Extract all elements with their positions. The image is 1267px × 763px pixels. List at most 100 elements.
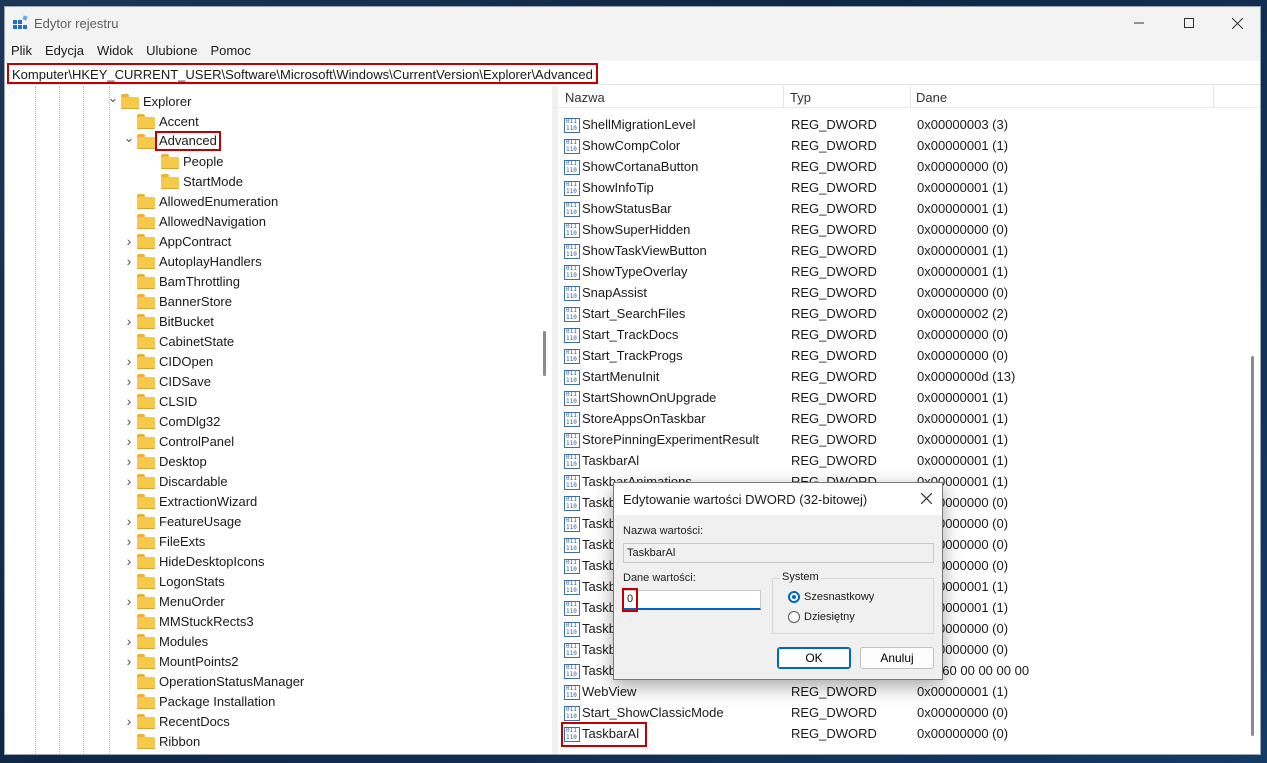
- cancel-button[interactable]: Anuluj: [860, 647, 934, 669]
- column-type[interactable]: Typ: [790, 90, 811, 105]
- tree-item[interactable]: › CLSID: [123, 391, 197, 411]
- tree-item[interactable]: BannerStore: [123, 291, 232, 311]
- column-divider[interactable]: [1213, 86, 1214, 108]
- value-row[interactable]: ShowCompColor REG_DWORD 0x00000001 (1): [558, 136, 1258, 157]
- tree-item[interactable]: ⌄ Advanced: [123, 130, 221, 151]
- radio-hexadecimal[interactable]: Szesnastkowy: [788, 591, 874, 603]
- close-button[interactable]: [1214, 7, 1260, 39]
- menu-help[interactable]: Pomoc: [210, 43, 250, 58]
- chevron-right-icon[interactable]: ›: [123, 391, 135, 411]
- value-row[interactable]: StartShownOnUpgrade REG_DWORD 0x00000001 (…: [558, 388, 1258, 409]
- ok-button[interactable]: OK: [777, 647, 851, 669]
- tree-item[interactable]: › Discardable: [123, 471, 228, 491]
- tree-item[interactable]: Accent: [123, 111, 199, 131]
- tree-item[interactable]: RunMRU: [123, 751, 212, 755]
- chevron-right-icon[interactable]: ›: [123, 631, 135, 651]
- value-data-input[interactable]: 0: [623, 590, 761, 610]
- value-row[interactable]: StartMenuInit REG_DWORD 0x0000000d (13): [558, 367, 1258, 388]
- chevron-right-icon[interactable]: ›: [123, 551, 135, 571]
- tree-item[interactable]: › FeatureUsage: [123, 511, 241, 531]
- value-row[interactable]: StoreAppsOnTaskbar REG_DWORD 0x00000001 (1…: [558, 409, 1258, 430]
- radio-decimal[interactable]: Dziesiętny: [788, 611, 855, 623]
- value-row[interactable]: ShellMigrationLevel REG_DWORD 0x00000003 (…: [558, 115, 1258, 136]
- tree-item[interactable]: MMStuckRects3: [123, 611, 254, 631]
- value-row[interactable]: Start_TrackDocs REG_DWORD 0x00000000 (0): [558, 325, 1258, 346]
- column-data[interactable]: Dane: [916, 90, 947, 105]
- tree-item[interactable]: › MountPoints2: [123, 651, 239, 671]
- chevron-right-icon[interactable]: ›: [123, 251, 135, 271]
- tree-item[interactable]: › ControlPanel: [123, 431, 234, 451]
- chevron-right-icon[interactable]: ›: [123, 711, 135, 731]
- tree-item[interactable]: › ComDlg32: [123, 411, 220, 431]
- address-bar[interactable]: Komputer\HKEY_CURRENT_USER\Software\Micr…: [5, 61, 1260, 85]
- tree-item[interactable]: › FileExts: [123, 531, 205, 551]
- tree-item[interactable]: LogonStats: [123, 571, 225, 591]
- maximize-button[interactable]: [1166, 7, 1212, 39]
- dialog-close-button[interactable]: [916, 488, 936, 508]
- column-divider[interactable]: [910, 86, 911, 108]
- tree-item[interactable]: › BitBucket: [123, 311, 214, 331]
- value-row[interactable]: ShowCortanaButton REG_DWORD 0x00000000 (0): [558, 157, 1258, 178]
- value-row[interactable]: StorePinningExperimentResult REG_DWORD 0x0…: [558, 430, 1258, 451]
- tree-item[interactable]: Ribbon: [123, 731, 200, 751]
- key-tree[interactable]: ⌄ Explorer Accent ⌄ Advanced People StartMode A…: [5, 86, 552, 755]
- value-row[interactable]: TaskbarAl REG_DWORD 0x00000001 (1): [558, 451, 1258, 472]
- chevron-right-icon[interactable]: ›: [123, 231, 135, 251]
- tree-item[interactable]: › Desktop: [123, 451, 207, 471]
- chevron-right-icon[interactable]: ›: [123, 531, 135, 551]
- chevron-right-icon[interactable]: ›: [123, 511, 135, 531]
- value-row[interactable]: WebView REG_DWORD 0x00000001 (1): [558, 682, 1258, 703]
- tree-scrollbar[interactable]: [543, 331, 546, 376]
- tree-item[interactable]: › CIDOpen: [123, 351, 213, 371]
- chevron-down-icon[interactable]: ⌄: [123, 130, 135, 151]
- chevron-right-icon[interactable]: ›: [123, 451, 135, 471]
- tree-item[interactable]: StartMode: [147, 171, 243, 191]
- tree-item[interactable]: › RecentDocs: [123, 711, 230, 731]
- chevron-down-icon[interactable]: ⌄: [107, 90, 119, 111]
- menu-edit[interactable]: Edycja: [45, 43, 84, 58]
- dialog-title-bar[interactable]: Edytowanie wartości DWORD (32-bitowej): [614, 483, 942, 515]
- chevron-right-icon[interactable]: ›: [123, 591, 135, 611]
- value-row[interactable]: ShowInfoTip REG_DWORD 0x00000001 (1): [558, 178, 1258, 199]
- value-row[interactable]: ShowStatusBar REG_DWORD 0x00000001 (1): [558, 199, 1258, 220]
- value-row[interactable]: SnapAssist REG_DWORD 0x00000000 (0): [558, 283, 1258, 304]
- tree-item[interactable]: › Modules: [123, 631, 208, 651]
- tree-item[interactable]: People: [147, 151, 223, 171]
- chevron-right-icon[interactable]: ›: [123, 351, 135, 371]
- tree-item[interactable]: CabinetState: [123, 331, 234, 351]
- column-name[interactable]: Nazwa: [565, 90, 605, 105]
- chevron-right-icon[interactable]: ›: [123, 651, 135, 671]
- value-row[interactable]: Start_ShowClassicMode REG_DWORD 0x00000000…: [558, 703, 1258, 724]
- chevron-right-icon[interactable]: ›: [123, 371, 135, 391]
- tree-item[interactable]: › CIDSave: [123, 371, 211, 391]
- tree-item[interactable]: BamThrottling: [123, 271, 240, 291]
- value-row[interactable]: Start_SearchFiles REG_DWORD 0x00000002 (2): [558, 304, 1258, 325]
- tree-item[interactable]: AllowedEnumeration: [123, 191, 278, 211]
- value-row[interactable]: ShowSuperHidden REG_DWORD 0x00000000 (0): [558, 220, 1258, 241]
- chevron-right-icon[interactable]: ›: [123, 311, 135, 331]
- column-divider[interactable]: [783, 86, 784, 108]
- tree-item[interactable]: ExtractionWizard: [123, 491, 257, 511]
- tree-item[interactable]: › MenuOrder: [123, 591, 225, 611]
- menu-favorites[interactable]: Ulubione: [146, 43, 197, 58]
- tree-item[interactable]: OperationStatusManager: [123, 671, 304, 691]
- address-path[interactable]: Komputer\HKEY_CURRENT_USER\Software\Micr…: [7, 63, 598, 84]
- chevron-right-icon[interactable]: ›: [123, 411, 135, 431]
- chevron-right-icon[interactable]: ›: [123, 431, 135, 451]
- tree-item[interactable]: ⌄ Explorer: [107, 90, 191, 111]
- chevron-right-icon[interactable]: ›: [123, 471, 135, 491]
- tree-item[interactable]: Package Installation: [123, 691, 275, 711]
- value-data: 0x00000001 (1): [917, 138, 1009, 153]
- value-row[interactable]: ShowTaskViewButton REG_DWORD 0x00000001 (1…: [558, 241, 1258, 262]
- menu-file[interactable]: Plik: [11, 43, 32, 58]
- value-row[interactable]: TaskbarAlREG_DWORD0x00000000 (0): [558, 722, 1258, 747]
- value-row[interactable]: ShowTypeOverlay REG_DWORD 0x00000001 (1): [558, 262, 1258, 283]
- menu-view[interactable]: Widok: [97, 43, 133, 58]
- tree-item[interactable]: › AutoplayHandlers: [123, 251, 262, 271]
- tree-item[interactable]: › HideDesktopIcons: [123, 551, 265, 571]
- tree-item[interactable]: AllowedNavigation: [123, 211, 266, 231]
- minimize-button[interactable]: [1116, 7, 1162, 39]
- title-bar[interactable]: Edytor rejestru: [5, 7, 1260, 39]
- value-row[interactable]: Start_TrackProgs REG_DWORD 0x00000000 (0): [558, 346, 1258, 367]
- tree-item[interactable]: › AppContract: [123, 231, 231, 251]
